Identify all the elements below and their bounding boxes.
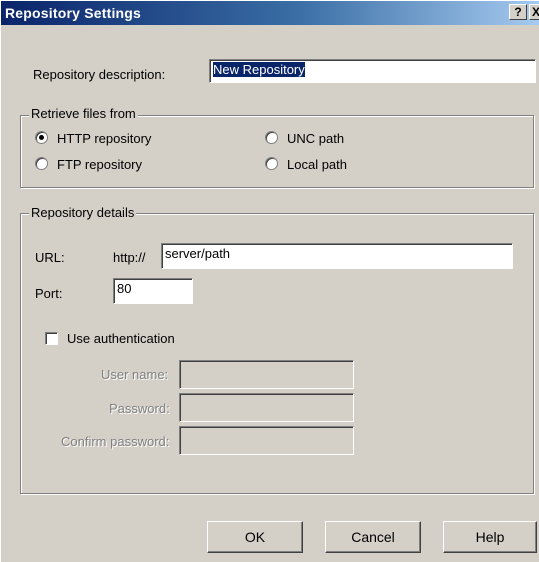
use-authentication-label[interactable]: Use authentication xyxy=(67,331,175,346)
radio-selected-dot xyxy=(39,135,44,140)
ftp-repository-label[interactable]: FTP repository xyxy=(57,157,142,172)
http-repository-radio[interactable] xyxy=(35,131,48,144)
description-input[interactable]: New Repository xyxy=(209,59,536,83)
help-button[interactable]: Help xyxy=(443,521,537,553)
http-repository-label[interactable]: HTTP repository xyxy=(57,131,151,146)
username-input[interactable] xyxy=(179,360,354,389)
url-input[interactable]: server/path xyxy=(161,243,513,269)
url-value: server/path xyxy=(165,246,231,261)
ok-button[interactable]: OK xyxy=(207,521,303,553)
unc-path-radio[interactable] xyxy=(265,131,278,144)
use-authentication-checkbox[interactable] xyxy=(45,332,58,345)
url-label: URL: xyxy=(35,250,65,265)
ftp-repository-radio[interactable] xyxy=(35,157,48,170)
window-title: Repository Settings xyxy=(5,5,142,21)
retrieve-files-group xyxy=(20,115,534,188)
password-input[interactable] xyxy=(179,393,354,422)
password-label: Password: xyxy=(109,401,170,416)
port-value: 80 xyxy=(117,281,132,296)
title-bar[interactable]: Repository Settings ? X xyxy=(1,1,539,25)
close-icon[interactable]: X xyxy=(529,4,539,20)
help-icon[interactable]: ? xyxy=(509,4,527,20)
local-path-label[interactable]: Local path xyxy=(287,157,347,172)
confirm-password-label: Confirm password: xyxy=(61,434,170,449)
retrieve-files-group-title: Retrieve files from xyxy=(29,106,138,121)
url-prefix: http:// xyxy=(113,250,146,265)
username-label: User name: xyxy=(101,367,169,382)
local-path-radio[interactable] xyxy=(265,157,278,170)
cancel-button[interactable]: Cancel xyxy=(325,521,421,553)
port-label: Port: xyxy=(35,286,63,301)
unc-path-label[interactable]: UNC path xyxy=(287,131,344,146)
port-input[interactable]: 80 xyxy=(113,278,193,304)
confirm-password-input[interactable] xyxy=(179,426,354,455)
description-value: New Repository xyxy=(213,62,305,77)
repository-settings-dialog: Repository Settings ? X Repository descr… xyxy=(0,0,539,562)
description-label: Repository description: xyxy=(33,67,166,82)
repository-details-group-title: Repository details xyxy=(29,205,137,220)
